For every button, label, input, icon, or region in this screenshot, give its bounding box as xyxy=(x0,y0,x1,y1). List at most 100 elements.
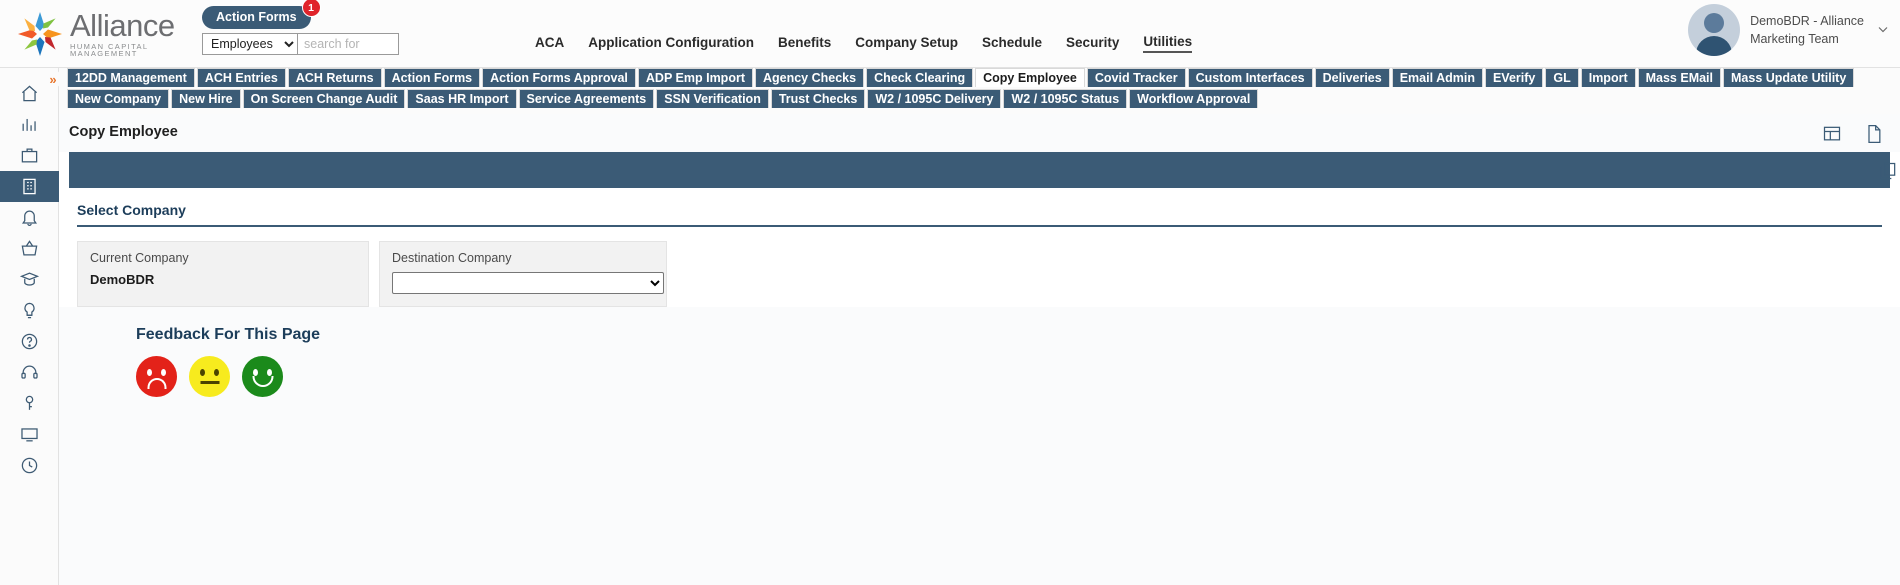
tab-row-2: New Company New Hire On Screen Change Au… xyxy=(59,89,1900,108)
brand-logo[interactable]: Alliance HUMAN CAPITAL MANAGEMENT xyxy=(14,8,204,60)
sidebar-item-basket[interactable] xyxy=(0,233,59,264)
user-name-line2: Marketing Team xyxy=(1750,32,1839,46)
sidebar-item-analytics[interactable] xyxy=(0,109,59,140)
company-fields: Current Company DemoBDR Destination Comp… xyxy=(77,241,1882,307)
tab-email-admin[interactable]: Email Admin xyxy=(1391,68,1483,87)
current-company-value: DemoBDR xyxy=(90,272,155,287)
feedback-title: Feedback For This Page xyxy=(136,326,321,343)
tab-copy-employee[interactable]: Copy Employee xyxy=(975,68,1085,87)
key-icon xyxy=(20,394,39,413)
topnav-item-benefits[interactable]: Benefits xyxy=(778,35,831,52)
search-scope-select[interactable]: Employees xyxy=(202,33,298,55)
section-title: Select Company xyxy=(77,202,186,218)
select-company-section: Select Company Current Company DemoBDR D… xyxy=(59,188,1900,307)
tab-gl[interactable]: GL xyxy=(1545,68,1579,87)
tab-agency-checks[interactable]: Agency Checks xyxy=(754,68,865,87)
sidebar-item-briefcase[interactable] xyxy=(0,140,59,171)
avatar xyxy=(1688,4,1741,56)
sidebar-item-learning[interactable] xyxy=(0,264,59,295)
app-header: Alliance HUMAN CAPITAL MANAGEMENT Action… xyxy=(0,0,1900,68)
sidebar-item-desktop[interactable] xyxy=(0,419,59,450)
neutral-face-button[interactable] xyxy=(189,356,230,397)
destination-company-field: Destination Company xyxy=(379,241,667,307)
user-name: DemoBDR - Alliance Marketing Team xyxy=(1750,12,1864,48)
feedback-band xyxy=(59,307,1900,585)
tab-ach-returns[interactable]: ACH Returns xyxy=(287,68,382,87)
tab-12dd-management[interactable]: 12DD Management xyxy=(67,68,195,87)
topnav-item-security[interactable]: Security xyxy=(1066,35,1119,52)
tab-mass-update-utility[interactable]: Mass Update Utility xyxy=(1723,68,1855,87)
lightbulb-icon xyxy=(20,301,39,320)
tab-check-clearing[interactable]: Check Clearing xyxy=(866,68,974,87)
topnav-item-company-setup[interactable]: Company Setup xyxy=(855,35,958,52)
user-menu[interactable]: DemoBDR - Alliance Marketing Team xyxy=(1688,4,1890,56)
basket-icon xyxy=(20,239,39,258)
app-root: Alliance HUMAN CAPITAL MANAGEMENT Action… xyxy=(0,0,1900,585)
briefcase-icon xyxy=(20,146,39,165)
left-sidebar-rail: » xyxy=(0,68,62,585)
chevron-down-icon[interactable] xyxy=(1876,22,1890,39)
tab-on-screen-change-audit[interactable]: On Screen Change Audit xyxy=(242,89,406,108)
sidebar-item-time[interactable] xyxy=(0,450,59,481)
happy-face-button[interactable] xyxy=(242,356,283,397)
alliance-starburst-logo-icon xyxy=(14,8,66,60)
grid-view-icon[interactable] xyxy=(1822,124,1842,147)
tab-w2-1095c-status[interactable]: W2 / 1095C Status xyxy=(1003,89,1128,108)
tab-mass-email[interactable]: Mass EMail xyxy=(1637,68,1721,87)
section-divider xyxy=(77,225,1882,227)
tab-ssn-verification[interactable]: SSN Verification xyxy=(656,89,769,108)
document-icon[interactable] xyxy=(1864,124,1884,147)
help-circle-icon xyxy=(20,332,39,351)
action-forms-button[interactable]: Action Forms 1 xyxy=(202,0,321,29)
building-icon xyxy=(20,177,39,196)
destination-company-label: Destination Company xyxy=(392,251,512,265)
search-input[interactable] xyxy=(298,33,399,55)
sidebar-item-access[interactable] xyxy=(0,388,59,419)
tab-adp-emp-import[interactable]: ADP Emp Import xyxy=(637,68,753,87)
sad-face-button[interactable] xyxy=(136,356,177,397)
destination-company-select[interactable] xyxy=(392,272,664,294)
tab-service-agreements[interactable]: Service Agreements xyxy=(518,89,655,108)
monitor-icon xyxy=(20,425,39,444)
topnav-item-application-configuration[interactable]: Application Configuration xyxy=(588,35,754,52)
sidebar-item-notifications[interactable] xyxy=(0,202,59,233)
tab-saas-hr-import[interactable]: Saas HR Import xyxy=(407,89,517,108)
headset-icon xyxy=(20,363,39,382)
home-icon xyxy=(20,84,39,103)
bell-icon xyxy=(20,208,39,227)
brand-name: Alliance xyxy=(70,7,175,43)
tab-custom-interfaces[interactable]: Custom Interfaces xyxy=(1187,68,1313,87)
tab-workflow-approval[interactable]: Workflow Approval xyxy=(1129,89,1259,108)
sidebar-item-support[interactable] xyxy=(0,357,59,388)
action-forms-badge: 1 xyxy=(301,0,321,17)
tab-action-forms[interactable]: Action Forms xyxy=(383,68,481,87)
tab-action-forms-approval[interactable]: Action Forms Approval xyxy=(482,68,636,87)
action-forms-label: Action Forms xyxy=(216,10,297,24)
sidebar-item-company[interactable] xyxy=(0,171,59,202)
tab-everify[interactable]: EVerify xyxy=(1484,68,1544,87)
brand-tagline: HUMAN CAPITAL MANAGEMENT xyxy=(70,41,149,58)
sidebar-item-help[interactable] xyxy=(0,326,59,357)
current-company-label: Current Company xyxy=(90,251,189,265)
tab-covid-tracker[interactable]: Covid Tracker xyxy=(1086,68,1186,87)
copy-icon[interactable] xyxy=(1874,158,1900,184)
sidebar-item-ideas[interactable] xyxy=(0,295,59,326)
topnav-item-schedule[interactable]: Schedule xyxy=(982,35,1042,52)
tab-ach-entries[interactable]: ACH Entries xyxy=(196,68,286,87)
tab-new-company[interactable]: New Company xyxy=(67,89,170,108)
page-toolbar xyxy=(1822,124,1884,147)
tab-new-hire[interactable]: New Hire xyxy=(171,89,241,108)
topnav-item-aca[interactable]: ACA xyxy=(535,35,564,52)
tab-w2-1095c-delivery[interactable]: W2 / 1095C Delivery xyxy=(867,89,1002,108)
page-title: Copy Employee xyxy=(59,114,1900,150)
utilities-tab-strip: 12DD Management ACH Entries ACH Returns … xyxy=(59,68,1900,114)
tab-trust-checks[interactable]: Trust Checks xyxy=(770,89,866,108)
feedback-faces xyxy=(136,356,320,397)
topnav-item-utilities[interactable]: Utilities xyxy=(1143,34,1193,53)
top-navigation: ACA Application Configuration Benefits C… xyxy=(535,34,1193,53)
feedback-section: Feedback For This Page xyxy=(136,326,320,397)
page-content: Copy Employee Select Company Current Com… xyxy=(59,114,1900,585)
tab-deliveries[interactable]: Deliveries xyxy=(1314,68,1390,87)
page-blue-banner xyxy=(69,152,1896,188)
tab-import[interactable]: Import xyxy=(1580,68,1636,87)
